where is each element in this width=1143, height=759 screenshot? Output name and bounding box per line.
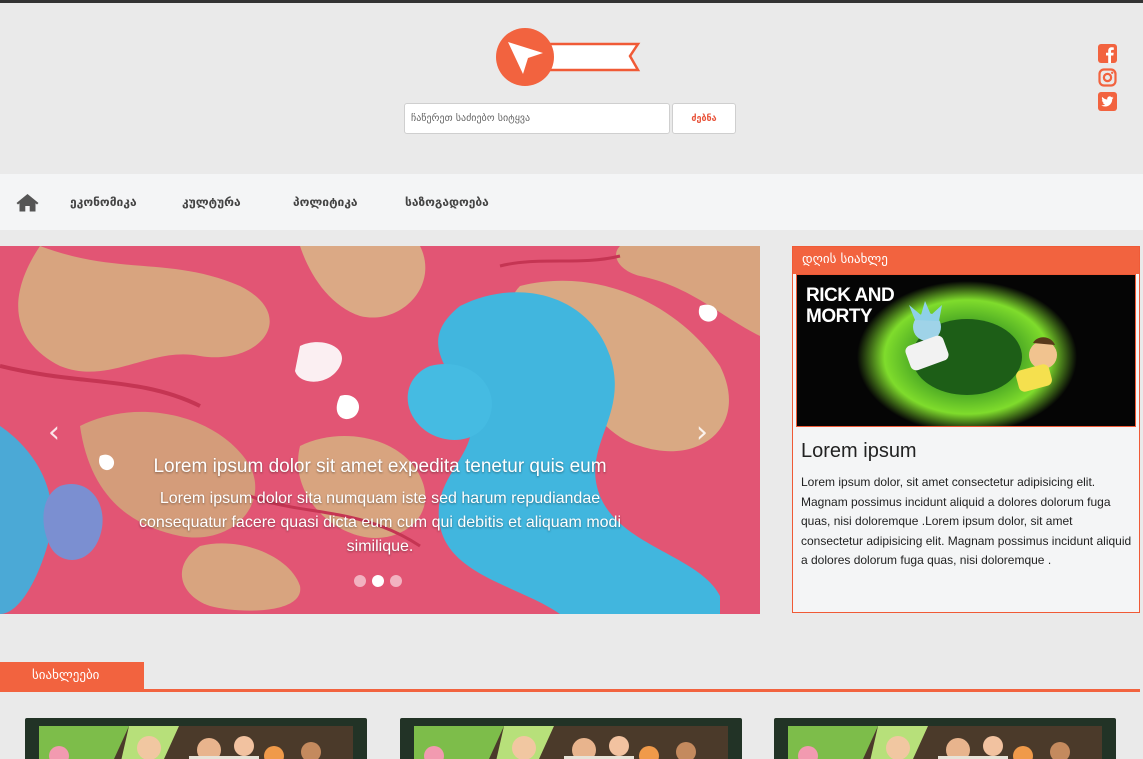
chevron-left-icon[interactable]: ‹ bbox=[48, 418, 60, 448]
news-section-divider bbox=[0, 689, 1140, 692]
news-card[interactable] bbox=[400, 718, 742, 759]
twitter-icon[interactable] bbox=[1098, 92, 1117, 111]
nav-item-culture[interactable]: კულტურა bbox=[182, 195, 241, 209]
daily-news-image-title: RICK AND MORTY bbox=[806, 285, 895, 327]
chevron-right-icon[interactable]: › bbox=[696, 418, 708, 448]
carousel-indicators bbox=[354, 575, 402, 587]
facebook-icon[interactable] bbox=[1098, 44, 1117, 63]
news-card[interactable] bbox=[774, 718, 1116, 759]
search-button[interactable]: ძებნა bbox=[672, 103, 736, 134]
daily-news-panel: დღის სიახლე RICK AND MORTY Lorem ipsum L… bbox=[792, 246, 1140, 613]
daily-news-image[interactable]: RICK AND MORTY bbox=[796, 274, 1136, 427]
carousel-indicator-2[interactable] bbox=[372, 575, 384, 587]
daily-news-title[interactable]: Lorem ipsum bbox=[801, 440, 917, 463]
carousel-caption-text: Lorem ipsum dolor sita numquam iste sed … bbox=[138, 490, 622, 555]
nav-item-economy[interactable]: ეკონომიკა bbox=[70, 195, 137, 209]
daily-news-header: დღის სიახლე bbox=[793, 247, 1139, 274]
top-border bbox=[0, 0, 1143, 3]
search-input[interactable] bbox=[404, 103, 670, 134]
site-logo[interactable] bbox=[495, 27, 645, 89]
main-nav: ეკონომიკა კულტურა პოლიტიკა საზოგადოება bbox=[0, 174, 1143, 230]
carousel-indicator-1[interactable] bbox=[354, 575, 366, 587]
instagram-icon[interactable] bbox=[1098, 68, 1117, 87]
nav-item-society[interactable]: საზოგადოება bbox=[405, 195, 489, 209]
carousel-indicator-3[interactable] bbox=[390, 575, 402, 587]
social-links bbox=[1098, 44, 1118, 116]
news-section-label: სიახლეები bbox=[0, 662, 144, 690]
daily-news-text: Lorem ipsum dolor, sit amet consectetur … bbox=[801, 475, 1132, 567]
news-card[interactable] bbox=[25, 718, 367, 759]
carousel-caption-title: Lorem ipsum dolor sit amet expedita tene… bbox=[153, 456, 607, 477]
home-icon[interactable] bbox=[16, 193, 39, 212]
nav-item-politics[interactable]: პოლიტიკა bbox=[293, 195, 358, 209]
